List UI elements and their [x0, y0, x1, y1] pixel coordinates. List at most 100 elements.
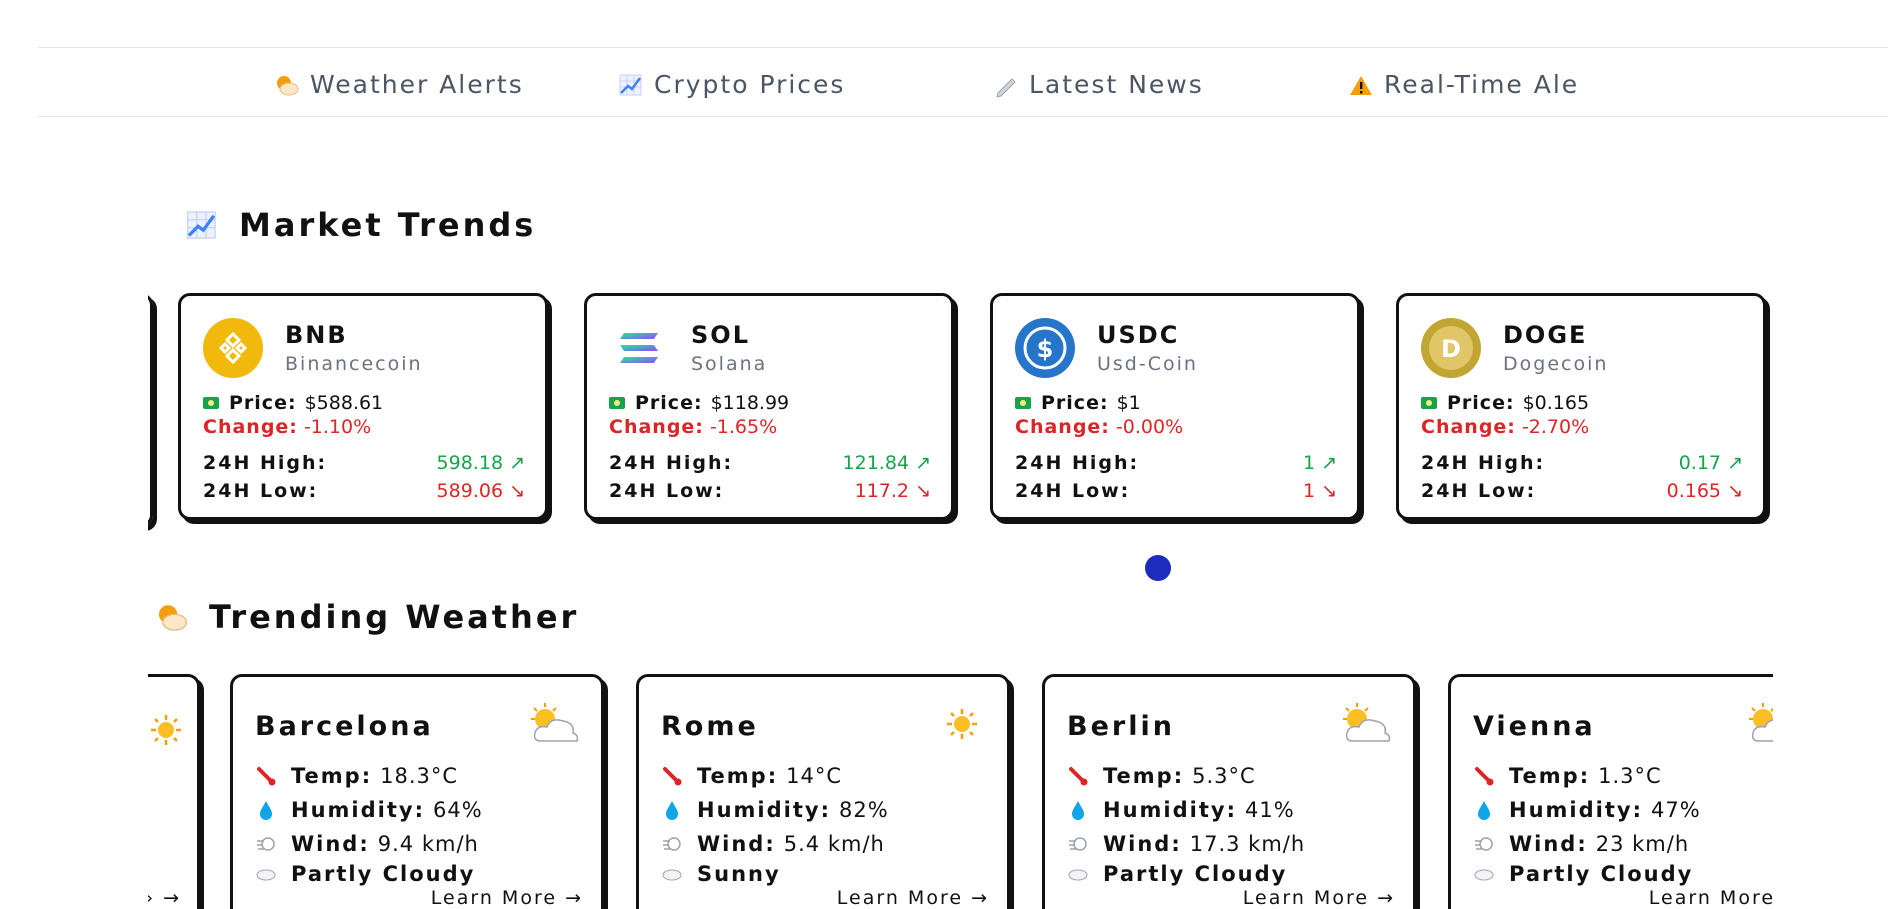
usdc-logo-icon: $ [1015, 318, 1075, 378]
coin-low-row: 24H Low: 0.165 ↘ [1421, 480, 1743, 502]
learn-more-link[interactable]: Learn More → [1649, 887, 1773, 909]
coin-change: Change: -2.70% [1421, 416, 1590, 438]
money-icon [203, 397, 219, 409]
weather-card-barcelona[interactable]: Barcelona Temp: 18.3°C Humidity: 64% Win… [230, 674, 604, 909]
coin-low-row: 24H Low: 117.2 ↘ [609, 480, 931, 502]
trend-up-icon: ↗ [1727, 452, 1743, 474]
coin-name: Solana [691, 353, 768, 375]
condition-row: Partly Cloudy [255, 862, 581, 886]
humidity-row: Humidity: 41% [1067, 798, 1393, 822]
nav-weather-alerts[interactable]: Weather Alerts [274, 70, 524, 99]
weather-card-rome[interactable]: Rome Temp: 14°C Humidity: 82% Wind: 5.4 … [636, 674, 1010, 909]
cloud-icon [1473, 863, 1495, 885]
weather-card-partial[interactable]: › → [148, 674, 200, 909]
learn-more-link[interactable]: › → [148, 887, 181, 909]
crypto-card-doge[interactable]: D DOGE Dogecoin Price: $0.165 Change: -2… [1396, 293, 1766, 520]
crypto-carousel[interactable]: BNB Binancecoin Price: $588.61 Change: -… [148, 290, 1773, 535]
sol-logo-icon [609, 318, 669, 378]
coin-symbol: USDC [1097, 321, 1180, 349]
sun-behind-cloud-icon [527, 703, 581, 749]
cloud-icon [661, 863, 683, 885]
wind-icon [255, 833, 277, 855]
coin-symbol: BNB [285, 321, 348, 349]
thermometer-icon [1067, 765, 1089, 787]
sun-behind-cloud-icon [1745, 703, 1773, 749]
temp-row: Temp: 14°C [661, 764, 987, 788]
coin-high-row: 24H High: 0.17 ↗ [1421, 452, 1743, 474]
wind-row: Wind: 17.3 km/h [1067, 832, 1393, 856]
temp-row: Temp: 18.3°C [255, 764, 581, 788]
city-name: Vienna [1473, 711, 1596, 742]
coin-price: Price: $118.99 [609, 392, 931, 414]
coin-price: Price: $1 [1015, 392, 1337, 414]
top-nav: Weather Alerts Crypto Prices Latest News… [38, 47, 1888, 117]
weather-card-berlin[interactable]: Berlin Temp: 5.3°C Humidity: 41% Wind: 1… [1042, 674, 1416, 909]
trending-weather-title: Trending Weather [155, 598, 579, 636]
weather-carousel[interactable]: › → Barcelona Temp: 18.3°C Humidity: 64%… [148, 674, 1773, 909]
nav-label: Real-Time Ale [1384, 70, 1580, 99]
trend-down-icon: ↘ [509, 480, 525, 502]
wind-row: Wind: 9.4 km/h [255, 832, 581, 856]
coin-price: Price: $588.61 [203, 392, 525, 414]
thermometer-icon [255, 765, 277, 787]
droplet-icon [255, 799, 277, 821]
nav-latest-news[interactable]: Latest News [993, 70, 1204, 99]
pencil-icon [993, 72, 1019, 98]
temp-row: Temp: 1.3°C [1473, 764, 1773, 788]
coin-name: Binancecoin [285, 353, 423, 375]
nav-label: Weather Alerts [310, 70, 524, 99]
trend-up-icon: ↗ [915, 452, 931, 474]
warning-icon [1348, 72, 1374, 98]
bnb-logo-icon [203, 318, 263, 378]
crypto-card-bnb[interactable]: BNB Binancecoin Price: $588.61 Change: -… [178, 293, 548, 520]
learn-more-link[interactable]: Learn More → [431, 887, 583, 909]
learn-more-link[interactable]: Learn More → [1243, 887, 1395, 909]
weather-card-vienna[interactable]: Vienna Temp: 1.3°C Humidity: 47% Wind: 2… [1448, 674, 1773, 909]
cloud-icon [1067, 863, 1089, 885]
svg-text:$: $ [1037, 335, 1054, 363]
coin-name: Usd-Coin [1097, 353, 1198, 375]
coin-change: Change: -0.00% [1015, 416, 1184, 438]
coin-price: Price: $0.165 [1421, 392, 1743, 414]
condition-row: Partly Cloudy [1067, 862, 1393, 886]
sun-icon [149, 713, 183, 751]
droplet-icon [1067, 799, 1089, 821]
crypto-card-usdc[interactable]: $ USDC Usd-Coin Price: $1 Change: -0.00%… [990, 293, 1360, 520]
coin-high-row: 24H High: 598.18 ↗ [203, 452, 525, 474]
humidity-row: Humidity: 82% [661, 798, 987, 822]
learn-more-link[interactable]: Learn More → [837, 887, 989, 909]
humidity-row: Humidity: 64% [255, 798, 581, 822]
chart-increasing-icon [618, 72, 644, 98]
trend-down-icon: ↘ [1321, 480, 1337, 502]
nav-real-time-alerts[interactable]: Real-Time Ale [1348, 70, 1579, 99]
money-icon [1421, 397, 1437, 409]
droplet-icon [1473, 799, 1495, 821]
wind-row: Wind: 5.4 km/h [661, 832, 987, 856]
sun-behind-cloud-icon [1339, 703, 1393, 749]
condition-row: Sunny [661, 862, 987, 886]
money-icon [1015, 397, 1031, 409]
coin-symbol: SOL [691, 321, 750, 349]
crypto-card-sol[interactable]: SOL Solana Price: $118.99 Change: -1.65%… [584, 293, 954, 520]
trend-down-icon: ↘ [1727, 480, 1743, 502]
trend-up-icon: ↗ [1321, 452, 1337, 474]
temp-row: Temp: 5.3°C [1067, 764, 1393, 788]
thermometer-icon [661, 765, 683, 787]
nav-crypto-prices[interactable]: Crypto Prices [618, 70, 845, 99]
nav-label: Latest News [1029, 70, 1204, 99]
doge-logo-icon: D [1421, 318, 1481, 378]
cloud-icon [255, 863, 277, 885]
coin-change: Change: -1.65% [609, 416, 778, 438]
wind-icon [1473, 833, 1495, 855]
chart-increasing-icon [185, 208, 219, 242]
droplet-icon [661, 799, 683, 821]
carousel-indicator-dot[interactable] [1145, 555, 1171, 581]
sun-behind-cloud-icon [274, 72, 300, 98]
crypto-card-partial[interactable] [148, 293, 153, 527]
coin-high-row: 24H High: 1 ↗ [1015, 452, 1337, 474]
condition-row: Partly Cloudy [1473, 862, 1773, 886]
wind-icon [661, 833, 683, 855]
market-trends-title: Market Trends [185, 206, 536, 244]
wind-row: Wind: 23 km/h [1473, 832, 1773, 856]
thermometer-icon [1473, 765, 1495, 787]
